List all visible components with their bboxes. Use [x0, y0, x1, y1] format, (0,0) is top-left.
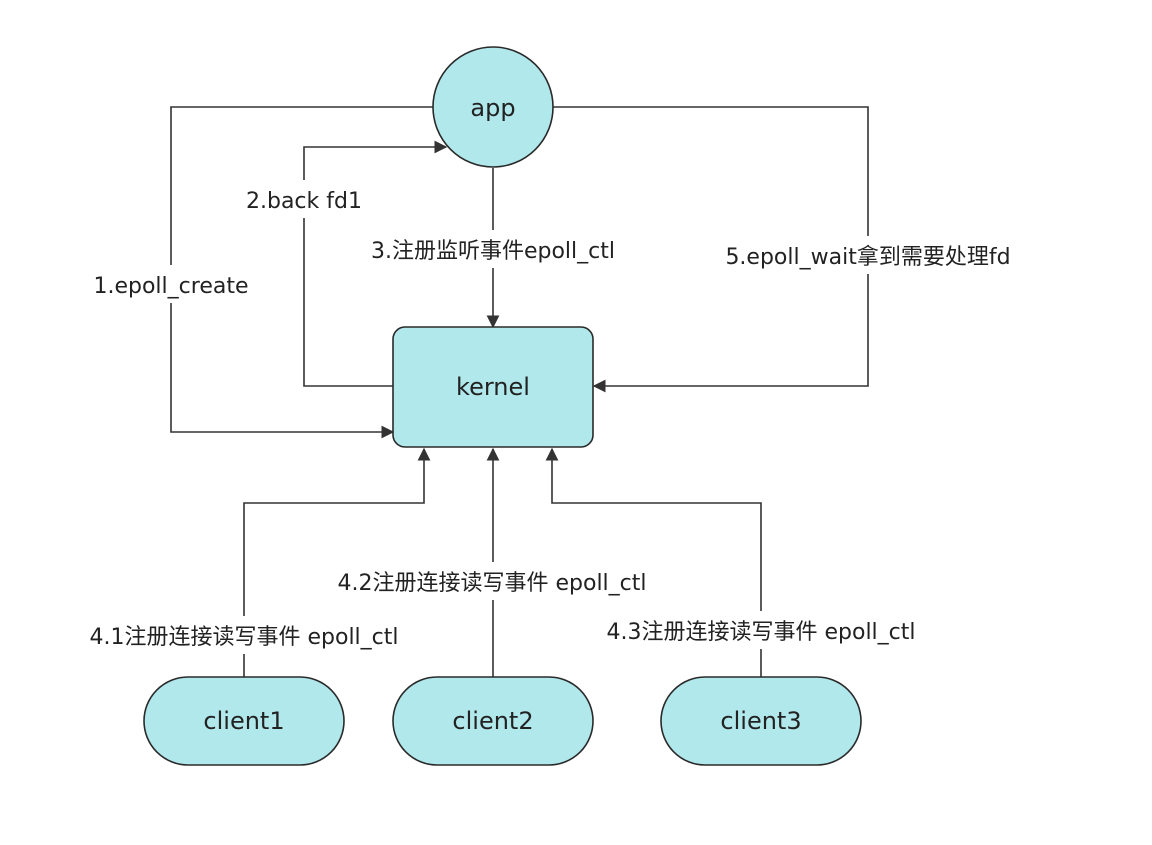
label-register-listen: 3.注册监听事件epoll_ctl: [371, 239, 615, 264]
label-back-fd1: 2.back fd1: [246, 189, 362, 214]
node-client1-label: client1: [203, 707, 284, 735]
label-epoll-create: 1.epoll_create: [93, 274, 248, 299]
label-client3-register: 4.3注册连接读写事件 epoll_ctl: [607, 620, 916, 645]
label-client2-register: 4.2注册连接读写事件 epoll_ctl: [338, 571, 647, 596]
node-kernel-label: kernel: [456, 373, 530, 401]
node-client2-label: client2: [452, 707, 533, 735]
diagram-svg: 1.epoll_create 2.back fd1 3.注册监听事件epoll_…: [62, 46, 1036, 766]
diagram-canvas: 1.epoll_create 2.back fd1 3.注册监听事件epoll_…: [0, 0, 1152, 840]
label-epoll-wait: 5.epoll_wait拿到需要处理fd: [725, 244, 1010, 270]
node-app-label: app: [470, 94, 515, 122]
node-client3-label: client3: [720, 707, 801, 735]
label-client1-register: 4.1注册连接读写事件 epoll_ctl: [90, 625, 399, 650]
